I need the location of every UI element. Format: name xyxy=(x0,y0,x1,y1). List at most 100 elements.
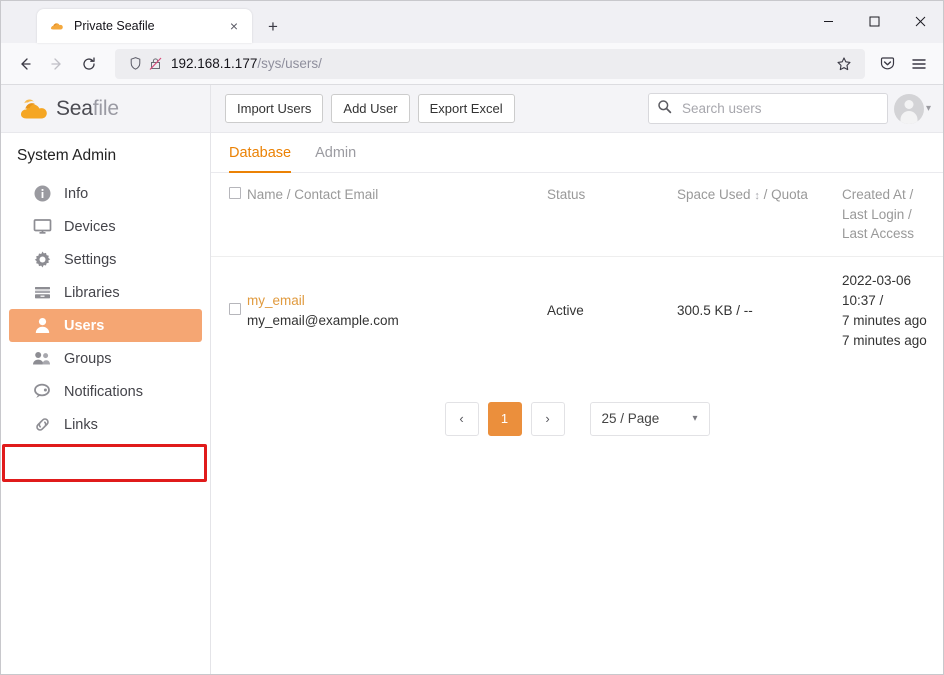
chevron-down-icon: ▾ xyxy=(692,413,698,425)
back-icon[interactable] xyxy=(9,48,41,80)
cell-dates: 2022-03-06 10:37 / 7 minutes ago 7 minut… xyxy=(842,256,943,366)
window-controls xyxy=(805,1,943,41)
table-header-row: Name / Contact Email Status Space Used ↕… xyxy=(211,173,943,257)
sidebar-item-info[interactable]: Info xyxy=(9,177,202,210)
shield-icon[interactable] xyxy=(125,56,145,71)
new-tab-button[interactable]: + xyxy=(258,11,288,41)
sort-arrows-icon[interactable]: ↕ xyxy=(754,190,760,202)
header-created-at: Created At / Last Login / Last Access xyxy=(842,173,943,257)
sidebar-title: System Admin xyxy=(17,147,117,164)
last-login: 7 minutes ago xyxy=(842,313,927,329)
app-header-right: ▾ xyxy=(647,93,943,124)
bookmark-star-icon[interactable] xyxy=(829,56,859,72)
hamburger-menu-icon[interactable] xyxy=(903,48,935,80)
header-name[interactable]: Name / Contact Email xyxy=(247,173,547,257)
cell-space-used: 300.5 KB / -- xyxy=(677,303,753,319)
sidebar-item-devices[interactable]: Devices xyxy=(9,210,202,243)
toolbar-right xyxy=(871,48,935,80)
seafile-cloud-logo xyxy=(17,96,51,122)
user-name-link[interactable]: my_email xyxy=(247,291,541,311)
browser-tab[interactable]: Private Seafile × xyxy=(37,9,252,43)
sidebar-item-notifications[interactable]: Notifications xyxy=(9,375,202,408)
created-at: 2022-03-06 10:37 / xyxy=(842,272,912,308)
url-bar[interactable]: 192.168.1.177/sys/users/ xyxy=(115,48,865,79)
app-header: Seafile Import Users Add User Export Exc… xyxy=(1,85,943,133)
header-space-prefix: Space Used xyxy=(677,187,751,202)
header-created-line2: Last Access xyxy=(842,226,915,242)
minimize-button[interactable] xyxy=(805,1,851,41)
gear-icon xyxy=(31,250,53,269)
brand-logo-area[interactable]: Seafile xyxy=(1,85,211,133)
link-chain-icon xyxy=(31,415,53,434)
library-icon xyxy=(31,283,53,302)
cell-status: Active xyxy=(547,303,584,319)
pocket-icon[interactable] xyxy=(871,48,903,80)
cell-name-email: my_email my_email@example.com xyxy=(247,256,547,366)
sidebar-item-users[interactable]: Users xyxy=(9,309,202,342)
browser-titlebar: Private Seafile × + xyxy=(1,1,943,43)
users-table: Name / Contact Email Status Space Used ↕… xyxy=(211,173,943,366)
header-status: Status xyxy=(547,173,677,257)
lock-crossed-icon[interactable] xyxy=(145,56,165,71)
app-main: System Admin Info Devices Settings Libra… xyxy=(1,133,943,674)
header-space-used[interactable]: Space Used ↕ / Quota xyxy=(677,173,842,257)
browser-navbar: 192.168.1.177/sys/users/ xyxy=(1,43,943,85)
account-menu[interactable]: ▾ xyxy=(893,93,931,124)
last-access: 7 minutes ago xyxy=(842,333,927,349)
page-viewport: Seafile Import Users Add User Export Exc… xyxy=(1,85,943,674)
sidebar-item-label: Libraries xyxy=(64,284,120,301)
select-all-checkbox[interactable] xyxy=(229,187,241,199)
url-path: /sys/users/ xyxy=(257,56,322,71)
import-users-button[interactable]: Import Users xyxy=(225,94,324,123)
content-tabs: Database Admin xyxy=(211,133,943,173)
per-page-value: 25 / Page xyxy=(601,411,660,427)
chevron-down-icon[interactable]: ▾ xyxy=(926,103,931,114)
sidebar-item-label: Links xyxy=(64,416,98,433)
sidebar-item-settings[interactable]: Settings xyxy=(9,243,202,276)
avatar[interactable] xyxy=(893,93,924,124)
close-icon[interactable]: × xyxy=(224,16,244,36)
per-page-select[interactable]: 25 / Page ▾ xyxy=(589,401,710,436)
page-1-button[interactable]: 1 xyxy=(487,401,522,436)
row-select-cell xyxy=(211,256,247,366)
reload-icon[interactable] xyxy=(73,48,105,80)
brand-name-bold: Sea xyxy=(56,96,93,120)
next-page-button[interactable]: › xyxy=(530,401,565,436)
sidebar-item-label: Notifications xyxy=(64,383,143,400)
user-email: my_email@example.com xyxy=(247,313,399,329)
url-host: 192.168.1.177 xyxy=(171,56,258,71)
users-group-icon xyxy=(31,349,53,368)
tab-database[interactable]: Database xyxy=(229,133,292,173)
add-user-button[interactable]: Add User xyxy=(331,94,410,123)
sidebar-item-label: Devices xyxy=(64,218,116,235)
browser-window: Private Seafile × + 192.168.1.177/sys/us… xyxy=(0,0,944,675)
search-box[interactable] xyxy=(647,93,888,124)
url-text[interactable]: 192.168.1.177/sys/users/ xyxy=(165,56,829,71)
brand-name-light: file xyxy=(92,96,119,120)
annotation-highlight-box xyxy=(2,444,207,482)
sidebar-item-groups[interactable]: Groups xyxy=(9,342,202,375)
sidebar-item-label: Users xyxy=(64,317,105,334)
row-checkbox[interactable] xyxy=(229,303,241,316)
sidebar-item-label: Info xyxy=(64,185,89,202)
forward-icon xyxy=(41,48,73,80)
sidebar-item-libraries[interactable]: Libraries xyxy=(9,276,202,309)
tab-admin[interactable]: Admin xyxy=(315,133,356,173)
app-action-buttons: Import Users Add User Export Excel xyxy=(211,94,648,123)
seafile-cloud-icon xyxy=(49,18,65,34)
maximize-button[interactable] xyxy=(851,1,897,41)
table-row[interactable]: my_email my_email@example.com Active 300… xyxy=(211,256,943,366)
header-space-suffix: / Quota xyxy=(763,187,808,202)
table-body: my_email my_email@example.com Active 300… xyxy=(211,256,943,366)
close-button[interactable] xyxy=(897,1,943,41)
export-excel-button[interactable]: Export Excel xyxy=(417,94,515,123)
speech-bubble-icon xyxy=(31,382,53,401)
prev-page-button[interactable]: ‹ xyxy=(444,401,479,436)
tab-title: Private Seafile xyxy=(74,19,155,33)
pagination: ‹ 1 › 25 / Page ▾ xyxy=(211,366,943,436)
content-area: Database Admin Name / Contact Email Stat… xyxy=(211,133,943,674)
sidebar-item-links[interactable]: Links xyxy=(9,408,202,441)
header-created-line1: Created At / Last Login / xyxy=(842,187,914,222)
search-input[interactable] xyxy=(671,101,879,116)
search-icon xyxy=(657,99,672,119)
